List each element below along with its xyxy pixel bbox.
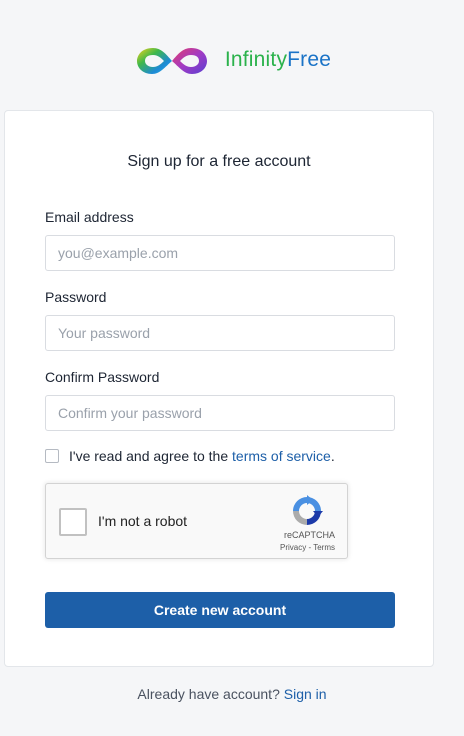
- password-field[interactable]: [45, 315, 395, 351]
- create-account-button[interactable]: Create new account: [45, 592, 395, 628]
- recaptcha-widget: I'm not a robot reCAPTCHA Privacy - Term…: [45, 483, 348, 559]
- sign-in-link[interactable]: Sign in: [284, 686, 327, 702]
- confirm-password-field[interactable]: [45, 395, 395, 431]
- confirm-password-label: Confirm Password: [45, 369, 160, 385]
- signup-card: Sign up for a free account Email address…: [4, 110, 434, 667]
- form-title: Sign up for a free account: [127, 153, 311, 170]
- terms-row: I've read and agree to the terms of serv…: [45, 447, 335, 465]
- recaptcha-label: I'm not a robot: [98, 513, 188, 529]
- brand-name-part1: Infinity: [224, 48, 288, 71]
- recaptcha-checkbox[interactable]: [59, 508, 87, 536]
- brand-name-part2: Free: [287, 48, 332, 71]
- terms-of-service-link[interactable]: terms of service: [232, 448, 331, 464]
- recaptcha-privacy-link[interactable]: Privacy: [280, 543, 306, 552]
- recaptcha-logo-icon: [293, 495, 323, 525]
- infinity-logo-icon: [136, 48, 207, 74]
- footer-text: Already have account?: [137, 686, 284, 702]
- recaptcha-brand: reCAPTCHA: [283, 530, 335, 540]
- recaptcha-terms-link[interactable]: Terms: [313, 543, 335, 552]
- brand-header: InfinityFree: [0, 38, 464, 82]
- terms-period: .: [330, 448, 335, 464]
- email-label: Email address: [45, 209, 134, 225]
- footer: Already have account? Sign in: [0, 686, 464, 702]
- terms-text: I've read and agree to the: [69, 448, 233, 464]
- terms-checkbox[interactable]: [45, 449, 59, 463]
- password-label: Password: [45, 289, 107, 305]
- brand-name: InfinityFree: [225, 48, 331, 72]
- recaptcha-links: Privacy - Terms: [280, 543, 335, 552]
- email-field[interactable]: [45, 235, 395, 271]
